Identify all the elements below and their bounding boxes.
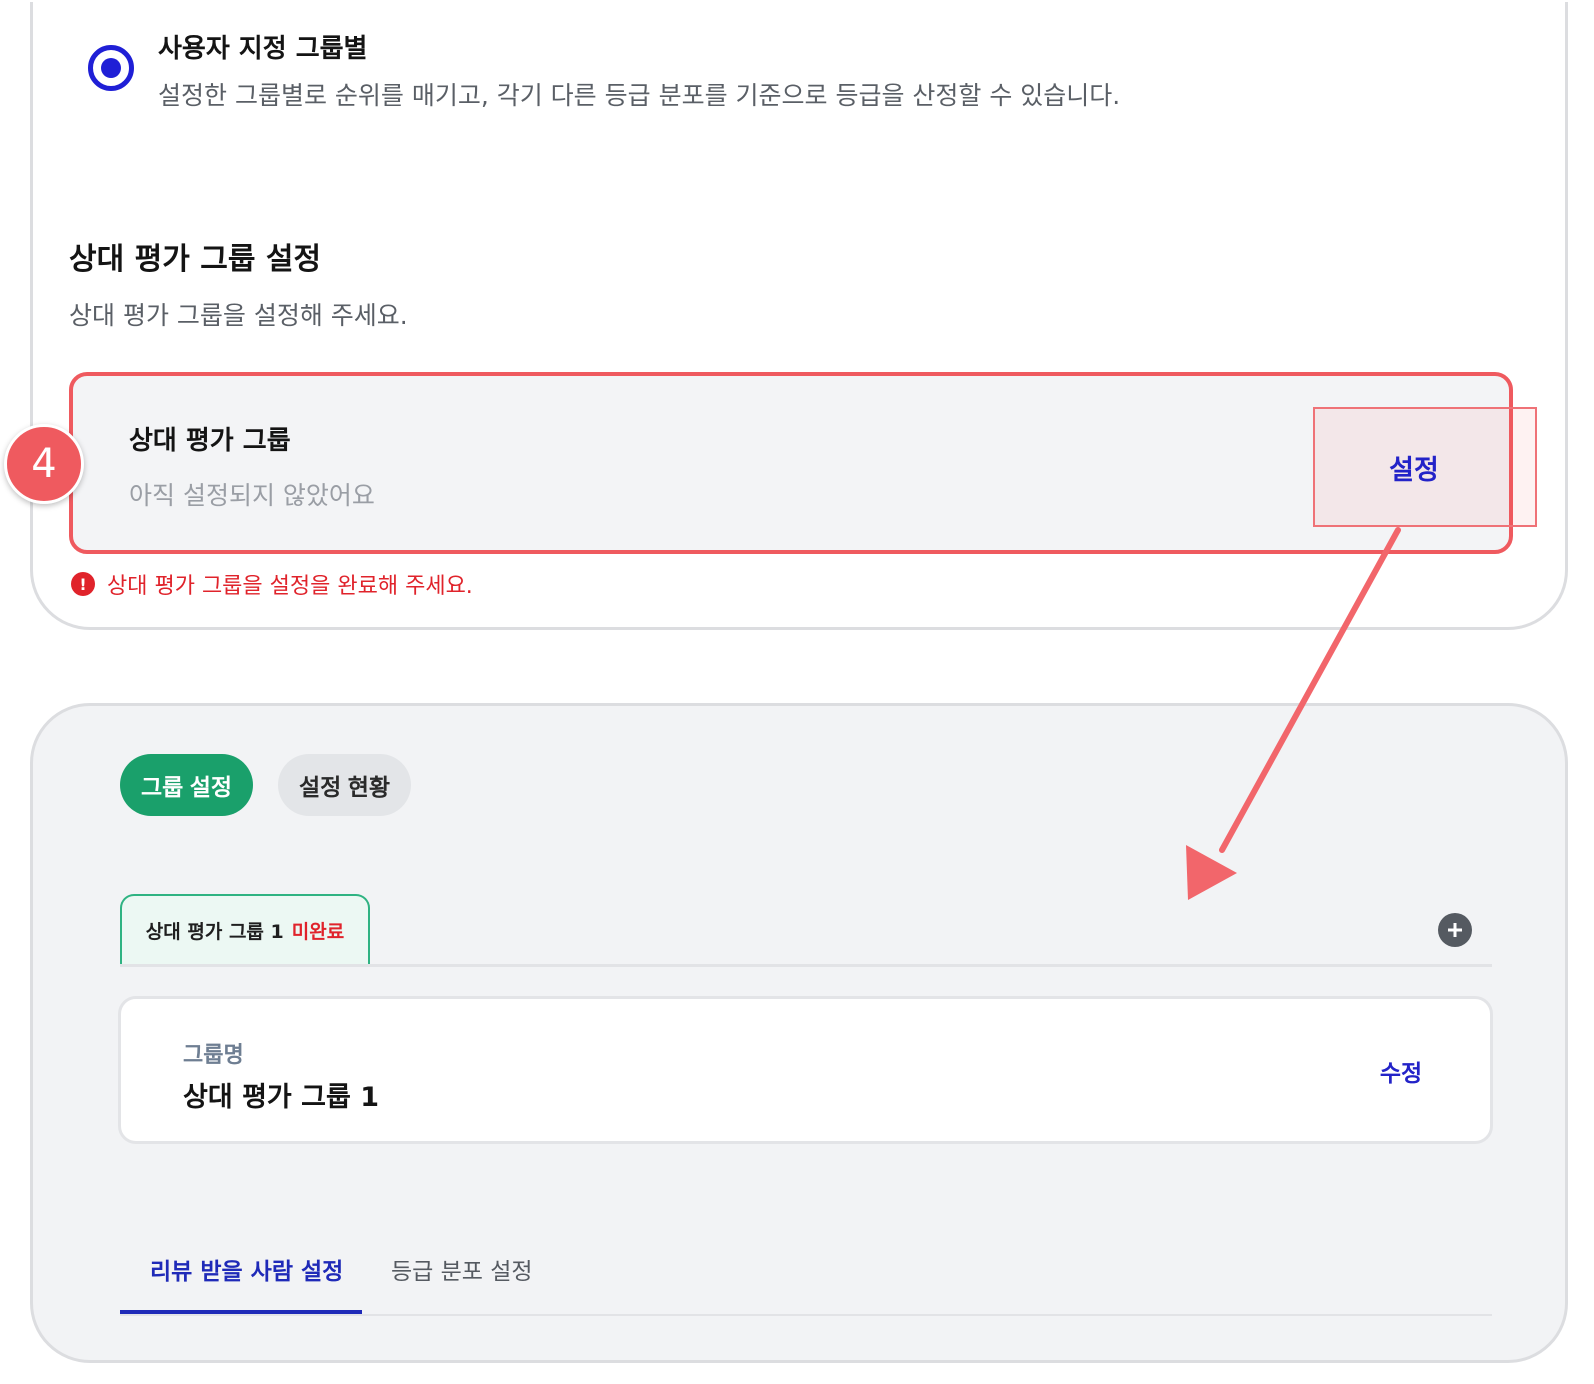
tab-grade-distribution[interactable]: 등급 분포 설정 bbox=[391, 1252, 533, 1286]
edit-group-name-button[interactable]: 수정 bbox=[1361, 1051, 1441, 1091]
set-group-button[interactable]: 설정 bbox=[1316, 410, 1512, 524]
error-icon: ! bbox=[71, 572, 95, 596]
custom-group-radio[interactable] bbox=[88, 45, 134, 91]
error-message: ! 상대 평가 그룹을 설정을 완료해 주세요. bbox=[71, 568, 473, 600]
evaluation-method-panel: 사용자 지정 그룹별 설정한 그룹별로 순위를 매기고, 각기 다른 등급 분포… bbox=[30, 2, 1568, 630]
tab-reviewee-settings[interactable]: 리뷰 받을 사람 설정 bbox=[150, 1252, 343, 1286]
sub-tab-divider bbox=[120, 1314, 1492, 1316]
group-card-title: 상대 평가 그룹 bbox=[129, 426, 291, 456]
group-name-label: 그룹명 bbox=[183, 1043, 244, 1068]
group-tab-status: 미완료 bbox=[291, 920, 345, 943]
group-name-value: 상대 평가 그룹 1 bbox=[183, 1082, 380, 1113]
group-tab-1[interactable]: 상대 평가 그룹 1 미완료 bbox=[120, 894, 370, 964]
section-description: 상대 평가 그룹을 설정해 주세요. bbox=[69, 301, 408, 330]
group-tab-divider bbox=[120, 964, 1492, 967]
stage: 사용자 지정 그룹별 설정한 그룹별로 순위를 매기고, 각기 다른 등급 분포… bbox=[0, 0, 1594, 1384]
tab-group-settings[interactable]: 그룹 설정 bbox=[120, 754, 253, 816]
error-text: 상대 평가 그룹을 설정을 완료해 주세요. bbox=[107, 574, 473, 599]
add-group-button[interactable] bbox=[1438, 913, 1472, 947]
group-name-card: 그룹명 상대 평가 그룹 1 수정 bbox=[118, 996, 1493, 1144]
section-title: 상대 평가 그룹 설정 bbox=[69, 242, 322, 277]
option-description: 설정한 그룹별로 순위를 매기고, 각기 다른 등급 분포를 기준으로 등급을 … bbox=[158, 81, 1121, 110]
tab-settings-status[interactable]: 설정 현황 bbox=[278, 754, 411, 816]
plus-icon bbox=[1448, 923, 1462, 937]
step-number-badge: 4 bbox=[4, 424, 84, 504]
group-settings-panel: 그룹 설정 설정 현황 상대 평가 그룹 1 미완료 그룹명 상대 평가 그룹 … bbox=[30, 703, 1568, 1363]
group-card-status: 아직 설정되지 않았어요 bbox=[129, 481, 375, 510]
active-sub-tab-indicator bbox=[120, 1310, 362, 1314]
option-title: 사용자 지정 그룹별 bbox=[158, 34, 368, 64]
relative-group-card: 상대 평가 그룹 아직 설정되지 않았어요 bbox=[69, 372, 1513, 554]
group-tab-name: 상대 평가 그룹 1 bbox=[145, 920, 284, 943]
